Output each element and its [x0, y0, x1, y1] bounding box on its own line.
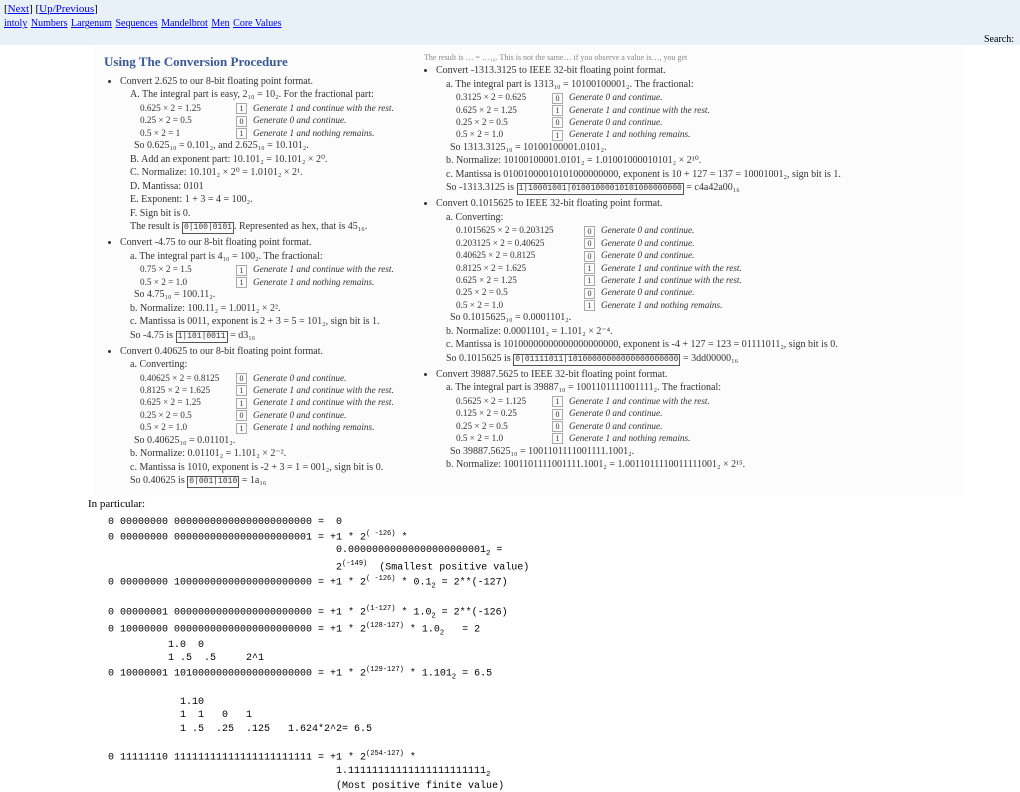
- example-item: Convert 39887.5625 to IEEE 32-bit floati…: [436, 368, 954, 472]
- main-content: Using The Conversion Procedure Convert 2…: [0, 45, 1020, 792]
- figure-right-column: The result is … = …₁₆. This is not the s…: [396, 47, 964, 496]
- conversion-figure: Using The Conversion Procedure Convert 2…: [94, 47, 1020, 496]
- crumb-link[interactable]: Core Values: [233, 18, 281, 29]
- nav-up[interactable]: Up/Previous: [39, 3, 94, 15]
- search-row: Search:: [0, 33, 1020, 45]
- bit-pattern-table: 0 00000000 00000000000000000000000 = 0 0…: [94, 516, 1020, 792]
- figure-title: Using The Conversion Procedure: [104, 53, 386, 71]
- breadcrumb: intoly Numbers Largenum Sequences Mandel…: [4, 17, 1016, 31]
- nav-next[interactable]: Next: [8, 3, 29, 15]
- crumb-link[interactable]: Largenum: [71, 18, 112, 29]
- example-item: Convert 0.40625 to our 8-bit floating po…: [120, 345, 386, 489]
- bit-box: 0|01111011|10100000000000000000000: [513, 354, 680, 366]
- fraction-table: 0.625 × 2 = 1.251Generate 1 and continue…: [120, 102, 386, 139]
- example-item: Convert -4.75 to our 8-bit floating poin…: [120, 236, 386, 342]
- example-item: Convert -1313.3125 to IEEE 32-bit floati…: [436, 64, 954, 195]
- figure-left-column: Using The Conversion Procedure Convert 2…: [94, 47, 396, 496]
- crumb-link[interactable]: Men: [211, 18, 229, 29]
- section-label: In particular:: [88, 498, 1020, 510]
- bit-box: 0|001|1010: [187, 476, 239, 488]
- bit-box: 0|100|0101: [182, 222, 234, 234]
- crumb-link[interactable]: Mandelbrot: [161, 18, 208, 29]
- bit-box: 1|10001001|01001000010101000000000: [517, 183, 684, 195]
- crumb-link[interactable]: Numbers: [31, 18, 68, 29]
- nav-bar: [Next] [Up/Previous] intoly Numbers Larg…: [0, 0, 1020, 33]
- bit-box: 1|101|0011: [176, 331, 228, 343]
- crumb-link[interactable]: intoly: [4, 18, 27, 29]
- search-label: Search:: [984, 34, 1014, 45]
- crumb-link[interactable]: Sequences: [115, 18, 157, 29]
- example-item: Convert 2.625 to our 8-bit floating poin…: [120, 75, 386, 234]
- example-item: Convert 0.1015625 to IEEE 32-bit floatin…: [436, 197, 954, 365]
